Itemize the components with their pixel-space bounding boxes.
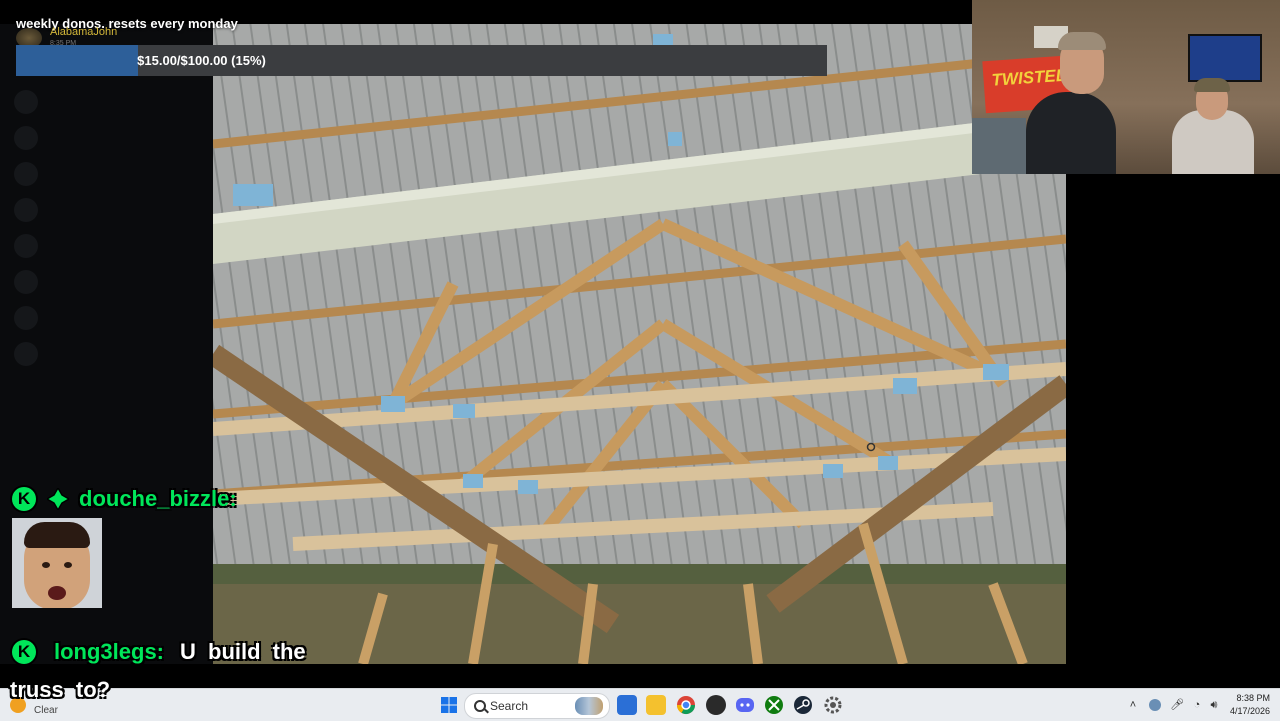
- pavilion-truss-photo: [213, 24, 1066, 664]
- windows-start-icon[interactable]: [439, 695, 459, 715]
- donor-name: AlabamaJohn: [50, 26, 118, 38]
- emote-mouth: [48, 586, 66, 600]
- server-icon: [14, 234, 38, 258]
- weather-label: Clear: [34, 705, 58, 716]
- chat-username-2: long3legs:: [54, 639, 165, 664]
- windows-taskbar: Clear Search ˄ 🎤︎ ◔ 🔊︎ 8:38 PM 4/17/2026: [0, 688, 1280, 721]
- couch: [972, 118, 1026, 174]
- k-badge-icon: K: [12, 640, 36, 664]
- file-explorer-icon[interactable]: [646, 695, 666, 715]
- webcam-feed: TWISTED: [972, 0, 1280, 174]
- emote-eye: [42, 562, 50, 568]
- server-icon: [14, 270, 38, 294]
- donation-progress-bar: $15.00/$100.00 (15%): [16, 45, 827, 76]
- streamer-cap: [1058, 32, 1106, 50]
- settings-icon[interactable]: [823, 695, 843, 715]
- volume-icon[interactable]: 🔊︎: [1208, 699, 1220, 711]
- clock-date: 4/17/2026: [1229, 706, 1270, 716]
- television: [1188, 34, 1262, 82]
- steam-icon[interactable]: [793, 695, 813, 715]
- network-icon[interactable]: [1149, 699, 1161, 711]
- search-highlight-image: [575, 697, 603, 715]
- server-icon: [14, 342, 38, 366]
- discord-icon[interactable]: [735, 695, 755, 715]
- cursor-icon: [866, 442, 876, 452]
- clock-time: 8:38 PM: [1236, 693, 1270, 703]
- diamond-badge-icon: [47, 488, 69, 510]
- emote-hair: [24, 522, 90, 548]
- xbox-icon[interactable]: [764, 695, 784, 715]
- search-placeholder: Search: [490, 699, 529, 713]
- mixer-app-icon[interactable]: [617, 695, 637, 715]
- media-player-icon[interactable]: [706, 695, 726, 715]
- person-2-cap: [1194, 78, 1230, 92]
- chrome-icon[interactable]: [676, 695, 696, 715]
- server-icon: [14, 306, 38, 330]
- server-icon: [14, 162, 38, 186]
- wifi-icon[interactable]: ◔: [1191, 699, 1203, 711]
- chat-username-1: douche_bizzle:: [79, 486, 237, 511]
- chevron-up-icon[interactable]: ˄: [1127, 699, 1139, 711]
- chat-message-2-line1: U build the: [180, 639, 306, 664]
- microphone-icon[interactable]: 🎤︎: [1170, 699, 1184, 711]
- server-icon: [14, 90, 38, 114]
- emote-eye: [64, 562, 72, 568]
- shouting-face-emote: [12, 518, 102, 608]
- search-icon: [474, 700, 486, 712]
- taskbar-search-box[interactable]: Search: [464, 693, 610, 719]
- chat-message-2-line2: truss to?: [10, 677, 111, 702]
- k-badge-icon: K: [12, 487, 36, 511]
- server-icon: [14, 198, 38, 222]
- server-icon: [14, 126, 38, 150]
- taskbar-clock[interactable]: 8:38 PM 4/17/2026: [1226, 692, 1270, 718]
- donation-progress-text: $15.00/$100.00 (15%): [137, 53, 266, 68]
- streamer-body: [1026, 92, 1116, 174]
